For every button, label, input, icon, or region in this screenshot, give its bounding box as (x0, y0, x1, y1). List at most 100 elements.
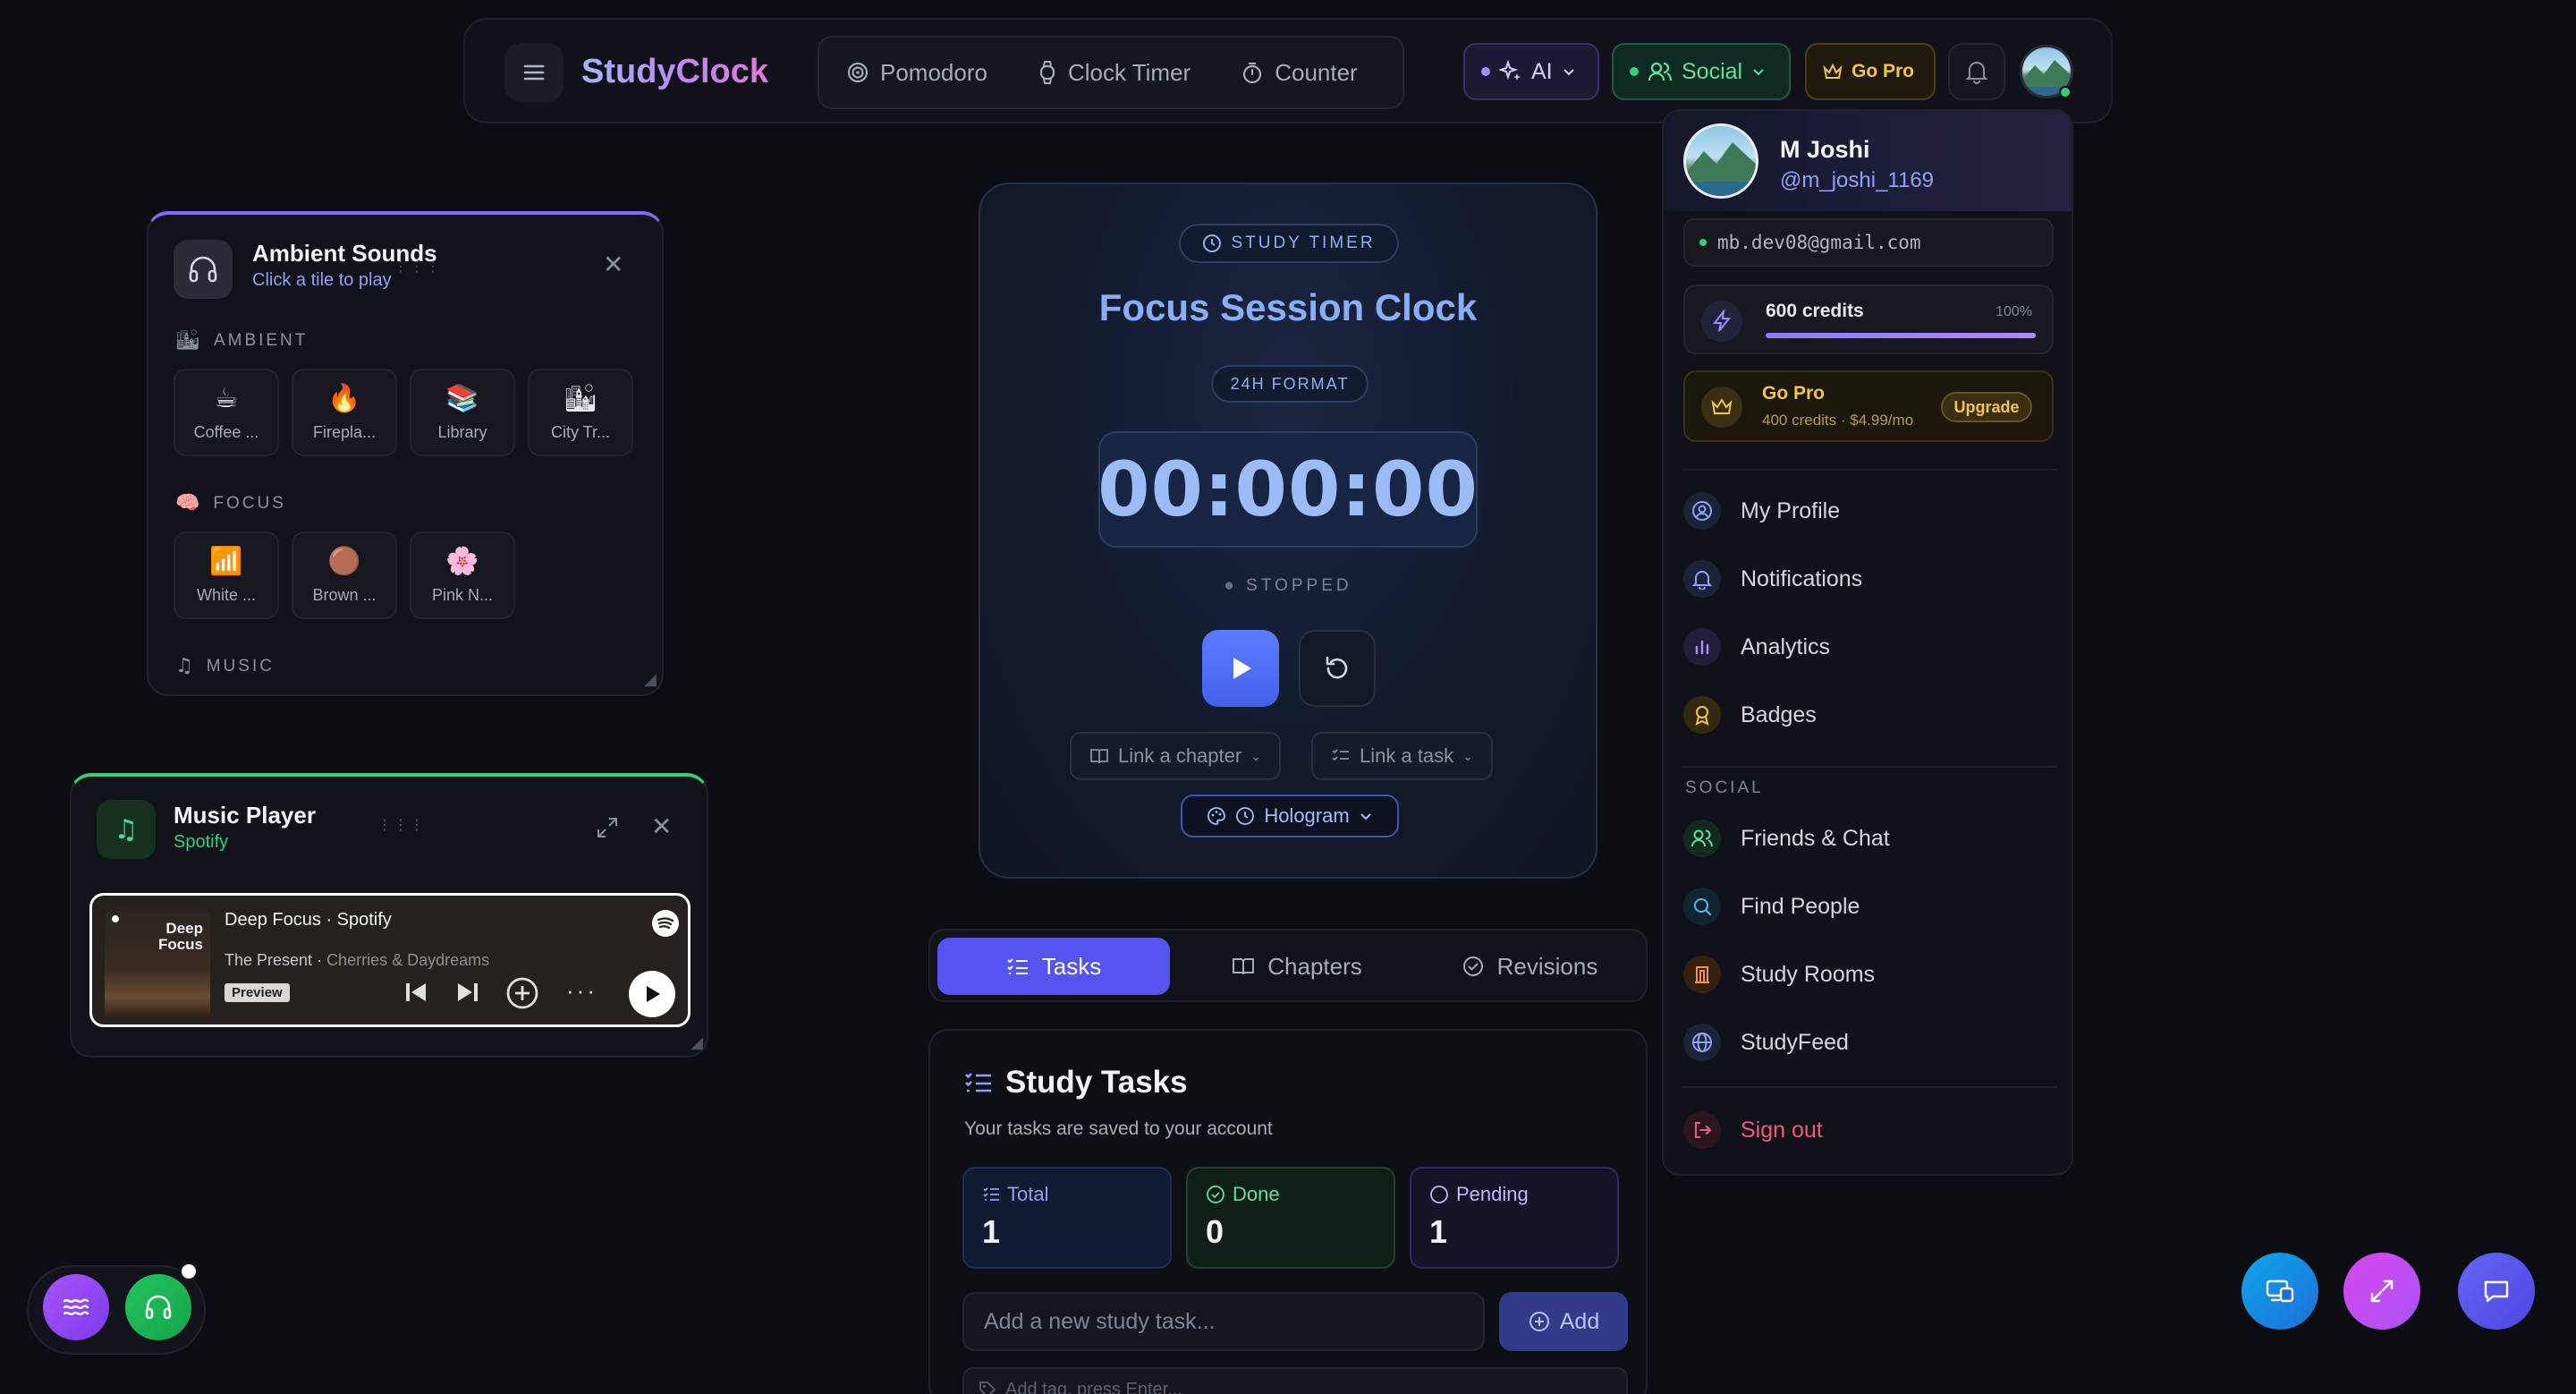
go-pro-button[interactable]: Go Pro (1805, 43, 1936, 100)
cover-text: Deep Focus (157, 920, 203, 953)
brown-circle-icon: 🟤 (327, 545, 361, 577)
waves-button[interactable] (43, 1274, 109, 1340)
new-task-input[interactable]: Add a new study task... (962, 1292, 1485, 1351)
menu-button[interactable] (504, 43, 564, 102)
ai-menu-button[interactable]: AI (1463, 43, 1599, 100)
preview-badge: Preview (225, 983, 290, 1002)
fullscreen-button[interactable] (2343, 1253, 2420, 1330)
award-icon (1683, 696, 1721, 734)
upgrade-button[interactable]: Upgrade (1941, 392, 2032, 422)
panel-subtitle: Spotify (174, 832, 229, 852)
crown-icon (1701, 387, 1742, 428)
profile-email: mb.dev08@gmail.com (1683, 218, 2054, 267)
credits-progress-fill (1766, 333, 2036, 338)
start-button[interactable] (1202, 630, 1279, 707)
go-pro-card[interactable]: Go Pro 400 credits · $4.99/mo Upgrade (1683, 370, 2054, 442)
playlist-title: Deep Focus · Spotify (225, 910, 392, 930)
close-icon[interactable]: ✕ (603, 252, 623, 277)
status-dot (1699, 239, 1707, 246)
mode-pomodoro[interactable]: Pomodoro (846, 59, 987, 87)
previous-track-icon[interactable] (403, 980, 428, 1005)
devices-button[interactable] (2241, 1253, 2318, 1330)
sound-tile-coffee[interactable]: ☕ Coffee ... (174, 369, 279, 456)
bell-icon (1965, 62, 1988, 84)
go-pro-title: Go Pro (1762, 383, 1826, 404)
mode-label: Pomodoro (880, 58, 987, 86)
menu-analytics[interactable]: Analytics (1683, 623, 2054, 671)
play-icon (647, 986, 660, 1002)
status-dot (1630, 67, 1639, 76)
sound-tile-fireplace[interactable]: 🔥 Firepla... (292, 369, 397, 456)
chevron-down-icon (1563, 69, 1574, 76)
menu-studyfeed[interactable]: StudyFeed (1683, 1018, 2054, 1067)
profile-handle: @m_joshi_1169 (1780, 168, 1935, 192)
circle-icon (1430, 1186, 1448, 1203)
mode-counter[interactable]: Counter (1241, 59, 1358, 87)
menu-study-rooms[interactable]: Study Rooms (1683, 950, 2054, 999)
check-circle-icon (1462, 956, 1483, 976)
sound-tile-white-noise[interactable]: 📶 White ... (174, 531, 279, 619)
menu-friends-chat[interactable]: Friends & Chat (1683, 814, 2054, 863)
play-button[interactable] (629, 971, 675, 1017)
music-note-icon: ♫ (175, 655, 196, 677)
tag-input[interactable]: Add tag, press Enter... (962, 1367, 1628, 1394)
menu-my-profile[interactable]: My Profile (1683, 487, 2054, 535)
stopwatch-icon (1243, 62, 1262, 84)
users-icon (1648, 62, 1673, 81)
sound-tile-pink-noise[interactable]: 🌸 Pink N... (410, 531, 515, 619)
reset-button[interactable] (1299, 630, 1376, 707)
add-task-button[interactable]: Add (1499, 1292, 1628, 1351)
tasks-title: Study Tasks (964, 1065, 1188, 1101)
tab-revisions[interactable]: Revisions (1422, 938, 1637, 995)
close-icon[interactable]: ✕ (651, 814, 672, 839)
chat-icon (2484, 1280, 2509, 1303)
menu-notifications[interactable]: Notifications (1683, 555, 2054, 603)
brain-icon: 🧠 (175, 492, 203, 514)
theme-select[interactable]: Hologram (1181, 795, 1399, 837)
link-task-select[interactable]: Link a task ⌄ (1311, 732, 1493, 780)
social-menu-button[interactable]: Social (1612, 43, 1791, 100)
go-pro-label: Go Pro (1852, 61, 1915, 81)
profile-dropdown: M Joshi @m_joshi_1169 mb.dev08@gmail.com… (1662, 109, 2073, 1176)
notifications-button[interactable] (1948, 43, 2005, 100)
sign-out-button[interactable]: Sign out (1683, 1106, 2054, 1154)
chevron-down-icon (1360, 813, 1371, 820)
headphones-button[interactable] (125, 1274, 191, 1340)
sound-tile-city[interactable]: 🏙 City Tr... (528, 369, 633, 456)
menu-badges[interactable]: Badges (1683, 691, 2054, 739)
format-toggle[interactable]: 24H FORMAT (1211, 365, 1368, 403)
link-chapter-select[interactable]: Link a chapter ⌄ (1070, 732, 1281, 780)
sound-tile-brown-noise[interactable]: 🟤 Brown ... (292, 531, 397, 619)
credits-card[interactable]: 600 credits 100% (1683, 285, 2054, 354)
hamburger-icon (523, 64, 545, 81)
study-tasks-card: Study Tasks Your tasks are saved to your… (928, 1029, 1648, 1394)
city-icon: 🏙 (563, 382, 598, 414)
album-cover: Deep Focus (105, 908, 210, 1019)
menu-find-people[interactable]: Find People (1683, 882, 2054, 931)
add-to-library-icon[interactable] (505, 976, 539, 1010)
expand-icon[interactable] (596, 816, 619, 839)
drag-handle-icon[interactable]: ⋮⋮⋮ (394, 258, 442, 276)
list-check-icon (1332, 749, 1349, 761)
plus-circle-icon (1529, 1312, 1549, 1331)
chat-button[interactable] (2458, 1253, 2535, 1330)
list-check-icon (1007, 958, 1028, 974)
tab-tasks[interactable]: Tasks (937, 938, 1170, 995)
waves-icon (63, 1298, 89, 1316)
spotify-embed[interactable]: Deep Focus Deep Focus · Spotify The Pres… (89, 893, 691, 1027)
spotify-logo-icon[interactable] (652, 910, 679, 937)
more-options-icon[interactable]: ··· (566, 979, 597, 1002)
sound-tile-library[interactable]: 📚 Library (410, 369, 515, 456)
headphones-icon (145, 1295, 172, 1320)
palette-icon (1208, 807, 1226, 825)
mode-clock-timer[interactable]: Clock Timer (1038, 59, 1191, 87)
quick-actions-dock (27, 1262, 206, 1355)
headphones-icon (174, 240, 233, 299)
brand-logo[interactable]: StudyClock (581, 47, 768, 97)
resize-handle-icon[interactable]: ◢ (644, 670, 657, 689)
tab-chapters[interactable]: Chapters (1190, 938, 1404, 995)
next-track-icon[interactable] (455, 980, 480, 1005)
drag-handle-icon[interactable]: ⋮⋮⋮ (377, 816, 426, 834)
city-icon: 🏙 (175, 329, 203, 352)
resize-handle-icon[interactable]: ◢ (691, 1033, 703, 1052)
